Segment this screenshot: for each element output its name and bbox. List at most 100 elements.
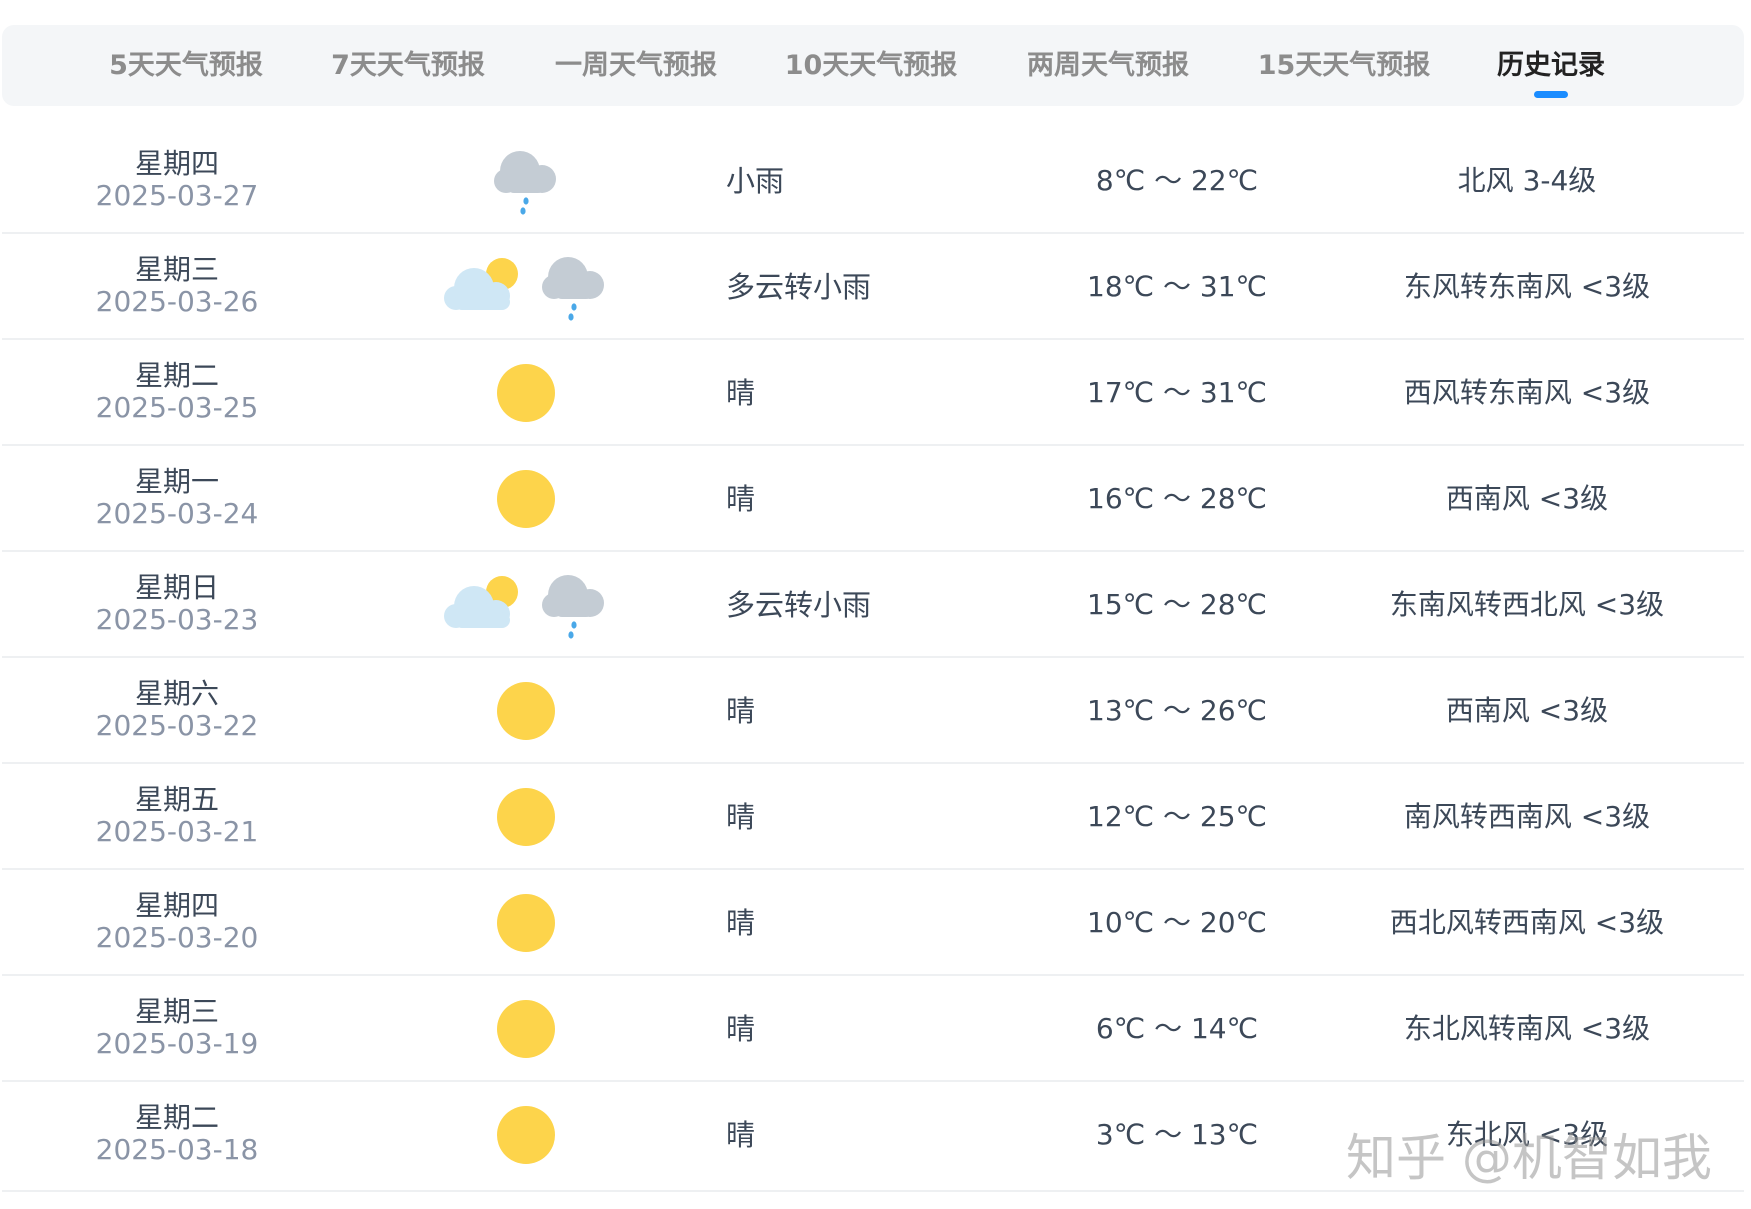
date: 2025-03-21 — [95, 815, 259, 848]
temperature-range: 6℃ ～ 14℃ — [1095, 1012, 1259, 1045]
sunny-icon — [497, 1106, 555, 1164]
sunny-icon — [497, 364, 555, 422]
date: 2025-03-23 — [95, 603, 259, 636]
weekday: 星期六 — [134, 677, 219, 710]
weekday: 星期五 — [134, 783, 219, 816]
history-row: 星期三 2025-03-19 晴 6℃ ～ 14℃ 东北风转南风 <3级 — [2, 976, 1744, 1082]
tab-one-week[interactable]: 一周天气预报 — [555, 25, 717, 106]
date-cell: 星期二 2025-03-25 — [72, 360, 282, 424]
weather-description: 晴 — [726, 482, 756, 516]
temperature-range: 3℃ ～ 13℃ — [1095, 1118, 1259, 1151]
temperature-range: 17℃ ～ 31℃ — [1087, 376, 1267, 409]
date: 2025-03-19 — [95, 1027, 259, 1060]
temperature-range: 16℃ ～ 28℃ — [1087, 482, 1267, 515]
temperature-range: 10℃ ～ 20℃ — [1087, 906, 1267, 939]
history-row: 星期日 2025-03-23 多云转小雨 15℃ ～ 28℃ 东南风转西北风 <3级 — [2, 552, 1744, 658]
date-cell: 星期六 2025-03-22 — [72, 678, 282, 742]
weather-description: 晴 — [726, 694, 756, 728]
history-row: 星期二 2025-03-18 晴 3℃ ～ 13℃ 东北风 <3级 — [2, 1082, 1744, 1192]
wind: 南风转西南风 <3级 — [1403, 800, 1651, 833]
wind: 西南风 <3级 — [1445, 482, 1609, 515]
history-row: 星期四 2025-03-20 晴 10℃ ～ 20℃ 西北风转西南风 <3级 — [2, 870, 1744, 976]
weather-icons — [402, 234, 650, 340]
weekday: 星期四 — [134, 889, 219, 922]
active-tab-indicator — [1534, 91, 1568, 98]
weather-description: 晴 — [726, 906, 756, 940]
wind: 西南风 <3级 — [1445, 694, 1609, 727]
date: 2025-03-22 — [95, 709, 259, 742]
date-cell: 星期一 2025-03-24 — [72, 466, 282, 530]
date-cell: 星期五 2025-03-21 — [72, 784, 282, 848]
wind: 西风转东南风 <3级 — [1403, 376, 1651, 409]
date-cell: 星期二 2025-03-18 — [72, 1102, 282, 1166]
weather-icons — [402, 340, 650, 446]
tab-history[interactable]: 历史记录 — [1497, 25, 1605, 106]
history-row: 星期五 2025-03-21 晴 12℃ ～ 25℃ 南风转西南风 <3级 — [2, 764, 1744, 870]
light-rain-icon — [494, 151, 556, 215]
date: 2025-03-24 — [95, 497, 259, 530]
weather-icons — [402, 446, 650, 552]
forecast-tab-bar: 5天天气预报 7天天气预报 一周天气预报 10天天气预报 两周天气预报 15天天… — [2, 25, 1744, 106]
tab-15-day[interactable]: 15天天气预报 — [1258, 25, 1431, 106]
temperature-range: 13℃ ～ 26℃ — [1087, 694, 1267, 727]
wind: 西北风转西南风 <3级 — [1389, 906, 1665, 939]
date: 2025-03-18 — [95, 1133, 259, 1166]
tab-10-day[interactable]: 10天天气预报 — [785, 25, 958, 106]
tab-two-week[interactable]: 两周天气预报 — [1027, 25, 1189, 106]
partly-cloudy-icon — [444, 576, 518, 628]
sunny-icon — [497, 894, 555, 952]
history-row: 星期二 2025-03-25 晴 17℃ ～ 31℃ 西风转东南风 <3级 — [2, 340, 1744, 446]
weather-icons — [402, 552, 650, 658]
sunny-icon — [497, 1000, 555, 1058]
date-cell: 星期日 2025-03-23 — [72, 572, 282, 636]
weather-description: 小雨 — [726, 164, 785, 198]
sunny-icon — [497, 682, 555, 740]
history-row: 星期六 2025-03-22 晴 13℃ ～ 26℃ 西南风 <3级 — [2, 658, 1744, 764]
wind: 东风转东南风 <3级 — [1403, 270, 1651, 303]
tab-7-day[interactable]: 7天天气预报 — [331, 25, 485, 106]
weekday: 星期一 — [134, 465, 219, 498]
date-cell: 星期三 2025-03-26 — [72, 254, 282, 318]
history-row: 星期四 2025-03-27 小雨 8℃ ～ 22℃ 北风 3-4级 — [2, 128, 1744, 234]
weekday: 星期四 — [134, 147, 219, 180]
weather-icons — [402, 764, 650, 870]
date: 2025-03-27 — [95, 179, 259, 212]
date-cell: 星期三 2025-03-19 — [72, 996, 282, 1060]
history-row: 星期三 2025-03-26 多云转小雨 18℃ ～ 31℃ 东风转东南风 <3级 — [2, 234, 1744, 340]
weekday: 星期日 — [134, 571, 219, 604]
weather-icons — [402, 658, 650, 764]
light-rain-icon — [542, 257, 604, 321]
temperature-range: 18℃ ～ 31℃ — [1087, 270, 1267, 303]
date-cell: 星期四 2025-03-20 — [72, 890, 282, 954]
weekday: 星期二 — [134, 1101, 219, 1134]
weather-description: 晴 — [726, 800, 756, 834]
sunny-icon — [497, 788, 555, 846]
weather-description: 多云转小雨 — [726, 270, 872, 304]
sunny-icon — [497, 470, 555, 528]
weather-icons — [402, 870, 650, 976]
weather-icons — [402, 1082, 650, 1188]
weather-icons — [402, 128, 650, 234]
history-row: 星期一 2025-03-24 晴 16℃ ～ 28℃ 西南风 <3级 — [2, 446, 1744, 552]
temperature-range: 12℃ ～ 25℃ — [1087, 800, 1267, 833]
weather-description: 晴 — [726, 1012, 756, 1046]
weekday: 星期三 — [134, 253, 219, 286]
history-list: 星期四 2025-03-27 小雨 8℃ ～ 22℃ 北风 3-4级 星期三 2025-03… — [2, 128, 1744, 1192]
wind: 东北风转南风 <3级 — [1403, 1012, 1651, 1045]
tab-5-day[interactable]: 5天天气预报 — [109, 25, 263, 106]
weekday: 星期二 — [134, 359, 219, 392]
partly-cloudy-icon — [444, 258, 518, 310]
temperature-range: 15℃ ～ 28℃ — [1087, 588, 1267, 621]
weather-description: 多云转小雨 — [726, 588, 872, 622]
tab-history-label: 历史记录 — [1497, 50, 1605, 81]
date: 2025-03-25 — [95, 391, 259, 424]
date: 2025-03-26 — [95, 285, 259, 318]
weather-description: 晴 — [726, 1118, 756, 1152]
temperature-range: 8℃ ～ 22℃ — [1095, 164, 1259, 197]
weather-icons — [402, 976, 650, 1082]
date-cell: 星期四 2025-03-27 — [72, 148, 282, 212]
weekday: 星期三 — [134, 995, 219, 1028]
wind: 东南风转西北风 <3级 — [1389, 588, 1665, 621]
weather-description: 晴 — [726, 376, 756, 410]
light-rain-icon — [542, 575, 604, 639]
